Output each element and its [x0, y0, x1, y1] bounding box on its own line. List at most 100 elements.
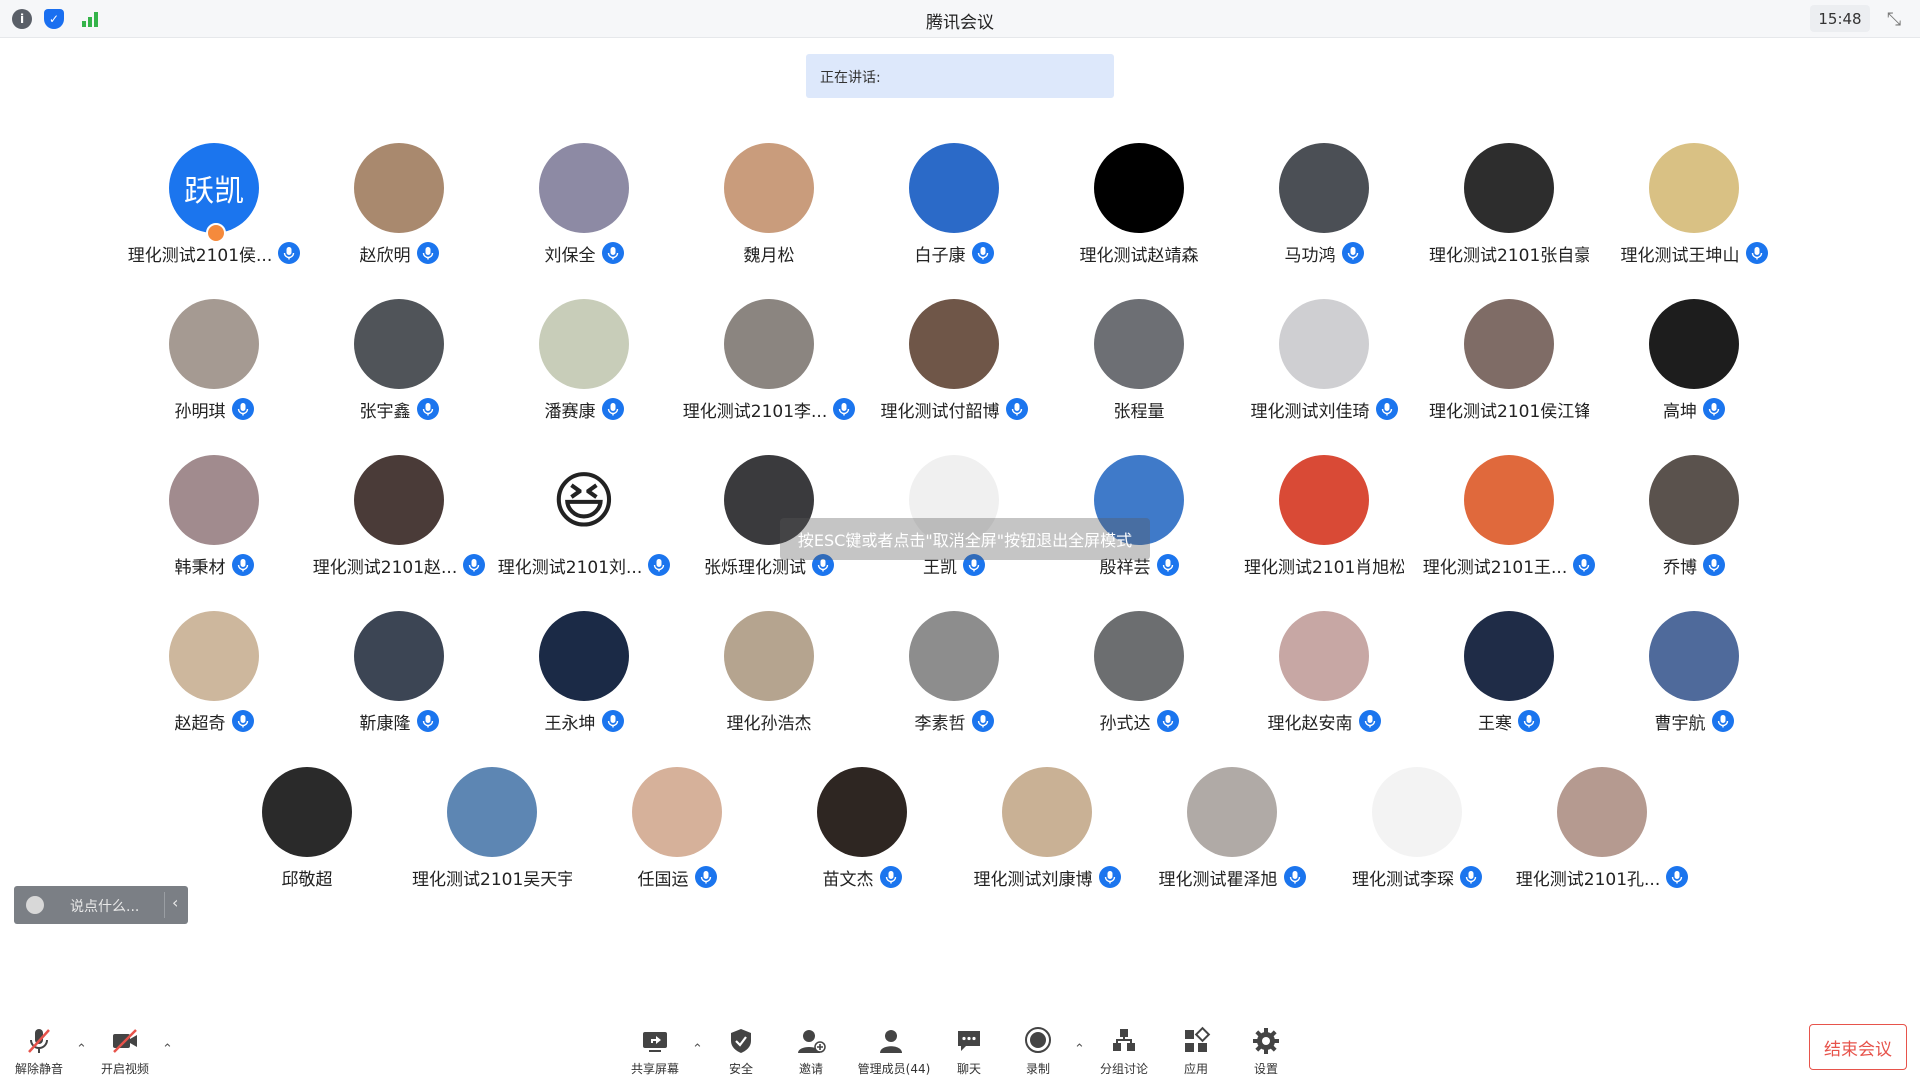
avatar[interactable]	[909, 611, 999, 701]
avatar[interactable]	[632, 767, 722, 857]
avatar[interactable]	[539, 299, 629, 389]
video-options-chevron-icon[interactable]: ⌃	[162, 1042, 174, 1057]
share-options-chevron-icon[interactable]: ⌃	[692, 1042, 704, 1057]
participant-tile[interactable]: 😆 理化测试2101刘...	[491, 455, 677, 601]
audio-options-chevron-icon[interactable]: ⌃	[76, 1042, 88, 1057]
participant-tile[interactable]: 理化测试瞿泽旭	[1139, 767, 1325, 913]
avatar[interactable]	[1279, 299, 1369, 389]
end-meeting-button[interactable]: 结束会议	[1809, 1024, 1907, 1070]
participant-tile[interactable]: 理化测试2101张自豪	[1416, 143, 1602, 289]
participant-tile[interactable]: 魏月松	[676, 143, 862, 289]
avatar[interactable]	[724, 611, 814, 701]
avatar[interactable]: 😆	[539, 455, 629, 545]
participant-tile[interactable]: 理化测试刘康博	[954, 767, 1140, 913]
participant-tile[interactable]: 理化测试付韶博	[861, 299, 1047, 445]
avatar[interactable]	[909, 143, 999, 233]
participant-tile[interactable]: 潘赛康	[491, 299, 677, 445]
avatar[interactable]	[817, 767, 907, 857]
avatar[interactable]	[447, 767, 537, 857]
share-screen-button[interactable]: 共享屏幕	[620, 1026, 690, 1080]
participant-tile[interactable]: 理化测试李琛	[1324, 767, 1510, 913]
participant-tile[interactable]: 理化测试2101王...	[1416, 455, 1602, 601]
avatar[interactable]	[354, 143, 444, 233]
avatar[interactable]	[1649, 455, 1739, 545]
participant-tile[interactable]: 邱敬超	[214, 767, 400, 913]
apps-button[interactable]: 应用	[1161, 1026, 1231, 1080]
participant-tile[interactable]: 乔博	[1601, 455, 1787, 601]
avatar[interactable]	[1187, 767, 1277, 857]
record-button[interactable]: 录制	[1003, 1026, 1073, 1080]
settings-button[interactable]: 设置	[1231, 1026, 1301, 1080]
avatar[interactable]	[1464, 143, 1554, 233]
participant-tile[interactable]: 任国运	[584, 767, 770, 913]
avatar[interactable]	[169, 299, 259, 389]
participant-tile[interactable]: 理化测试王坤山	[1601, 143, 1787, 289]
participant-tile[interactable]: 理化测试2101赵...	[306, 455, 492, 601]
participant-tile[interactable]: 理化测试2101吴天宇	[399, 767, 585, 913]
participant-tile[interactable]: 孙式达	[1046, 611, 1232, 757]
participant-tile[interactable]: 理化测试赵靖森	[1046, 143, 1232, 289]
participant-tile[interactable]: 高坤	[1601, 299, 1787, 445]
breakout-rooms-button[interactable]: 分组讨论	[1089, 1026, 1159, 1080]
start-video-button[interactable]: 开启视频	[90, 1026, 160, 1080]
participant-tile[interactable]: 赵欣明	[306, 143, 492, 289]
avatar[interactable]	[1279, 455, 1369, 545]
invite-button[interactable]: 邀请	[776, 1026, 846, 1080]
avatar[interactable]: 跃凯	[169, 143, 259, 233]
participant-tile[interactable]: 理化测试2101侯江锋	[1416, 299, 1602, 445]
avatar[interactable]	[1372, 767, 1462, 857]
avatar[interactable]	[909, 299, 999, 389]
participant-tile[interactable]: 理化测试2101李...	[676, 299, 862, 445]
avatar[interactable]	[1279, 143, 1369, 233]
participant-tile[interactable]: 理化测试刘佳琦	[1231, 299, 1417, 445]
collapse-chevron-icon[interactable]: ‹	[172, 893, 178, 912]
participant-tile[interactable]: 王寒	[1416, 611, 1602, 757]
participant-tile[interactable]: 理化测试2101肖旭松	[1231, 455, 1417, 601]
quick-chat-input[interactable]: 说点什么... ‹	[14, 886, 188, 924]
participant-tile[interactable]: 曹宇航	[1601, 611, 1787, 757]
avatar[interactable]	[1464, 299, 1554, 389]
manage-members-button[interactable]: 管理成员(44)	[856, 1026, 932, 1080]
avatar[interactable]	[539, 611, 629, 701]
unmute-button[interactable]: 解除静音	[4, 1026, 74, 1080]
participant-tile[interactable]: 孙明琪	[121, 299, 307, 445]
avatar[interactable]	[1279, 611, 1369, 701]
avatar[interactable]	[1649, 299, 1739, 389]
avatar[interactable]	[1094, 611, 1184, 701]
avatar[interactable]	[1464, 611, 1554, 701]
avatar[interactable]	[539, 143, 629, 233]
security-button[interactable]: 安全	[706, 1026, 776, 1080]
avatar[interactable]	[1557, 767, 1647, 857]
participant-tile[interactable]: 张宇鑫	[306, 299, 492, 445]
emoji-icon[interactable]	[26, 896, 44, 914]
participant-tile[interactable]: 韩秉材	[121, 455, 307, 601]
avatar[interactable]	[724, 143, 814, 233]
participant-tile[interactable]: 跃凯 理化测试2101侯...	[121, 143, 307, 289]
participant-tile[interactable]: 靳康隆	[306, 611, 492, 757]
participant-tile[interactable]: 王永坤	[491, 611, 677, 757]
record-options-chevron-icon[interactable]: ⌃	[1074, 1042, 1086, 1057]
participant-tile[interactable]: 理化测试2101孔...	[1509, 767, 1695, 913]
avatar[interactable]	[1649, 611, 1739, 701]
avatar[interactable]	[169, 611, 259, 701]
avatar[interactable]	[1464, 455, 1554, 545]
participant-tile[interactable]: 刘保全	[491, 143, 677, 289]
participant-tile[interactable]: 白子康	[861, 143, 1047, 289]
participant-tile[interactable]: 理化孙浩杰	[676, 611, 862, 757]
avatar[interactable]	[354, 299, 444, 389]
avatar[interactable]	[169, 455, 259, 545]
participant-tile[interactable]: 苗文杰	[769, 767, 955, 913]
participant-tile[interactable]: 马功鸿	[1231, 143, 1417, 289]
avatar[interactable]	[724, 299, 814, 389]
avatar[interactable]	[262, 767, 352, 857]
avatar[interactable]	[1649, 143, 1739, 233]
avatar[interactable]	[1094, 143, 1184, 233]
avatar[interactable]	[1002, 767, 1092, 857]
participant-tile[interactable]: 李素哲	[861, 611, 1047, 757]
participant-tile[interactable]: 张程量	[1046, 299, 1232, 445]
participant-tile[interactable]: 理化赵安南	[1231, 611, 1417, 757]
chat-button[interactable]: 聊天	[934, 1026, 1004, 1080]
avatar[interactable]	[354, 455, 444, 545]
avatar[interactable]	[1094, 299, 1184, 389]
avatar[interactable]	[354, 611, 444, 701]
